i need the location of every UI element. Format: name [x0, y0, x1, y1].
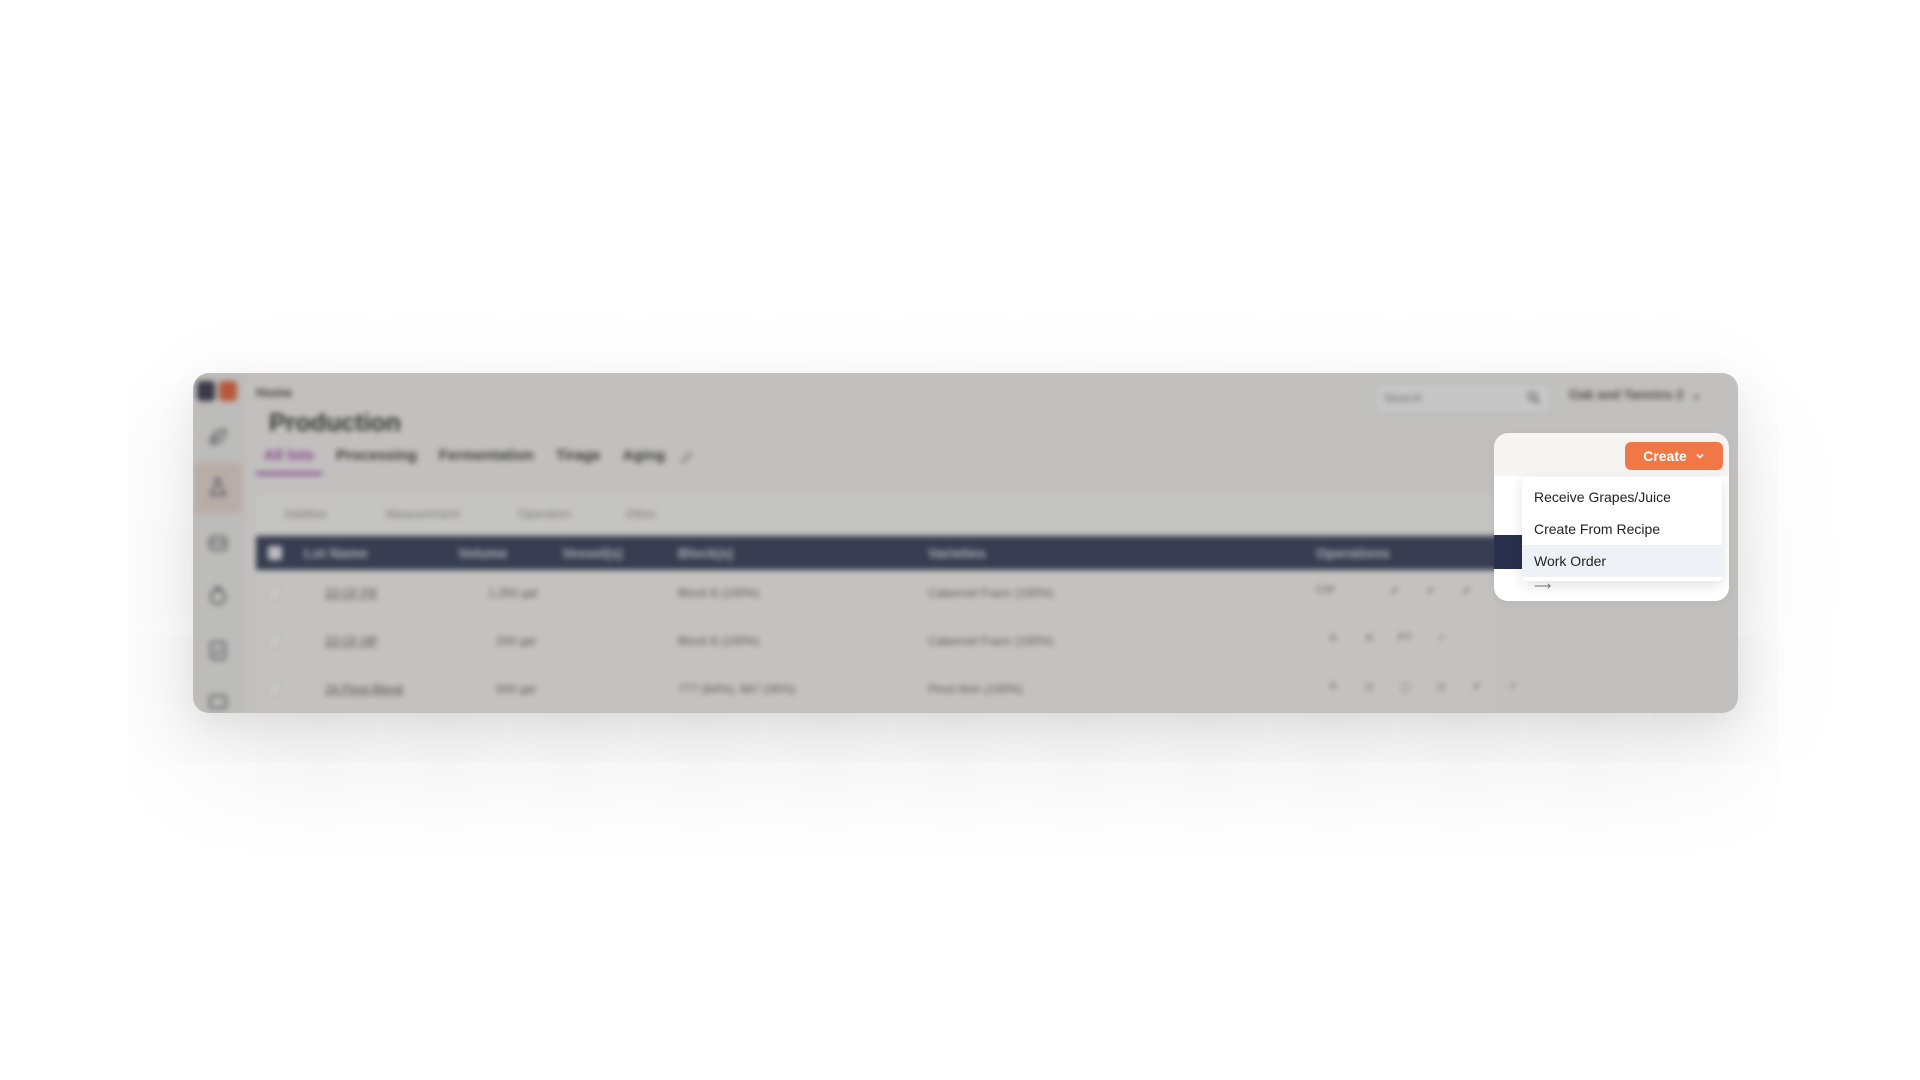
arrow-right-icon: ⟶	[1534, 579, 1552, 593]
chevron-down-icon	[1696, 453, 1704, 459]
menu-item-work-order[interactable]: Work Order	[1522, 545, 1722, 577]
table-header-fragment	[1494, 535, 1524, 569]
create-button-label: Create	[1643, 448, 1687, 464]
menu-item-create-from-recipe[interactable]: Create From Recipe	[1522, 513, 1722, 545]
menu-item-receive-grapes-juice[interactable]: Receive Grapes/Juice	[1522, 481, 1722, 513]
create-button[interactable]: Create	[1625, 442, 1723, 470]
create-popup: ⟶ Create Receive Grapes/Juice Create Fro…	[1494, 433, 1729, 601]
create-dropdown-menu: Receive Grapes/Juice Create From Recipe …	[1522, 477, 1722, 581]
